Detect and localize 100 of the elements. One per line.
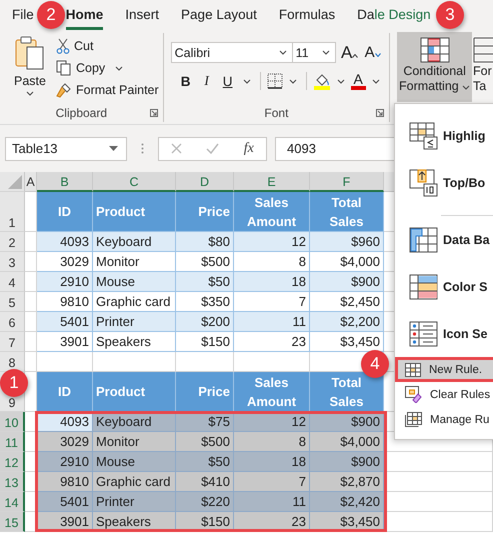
column-header[interactable]: B (37, 172, 93, 192)
table-cell-text: 12 (290, 234, 306, 249)
column-title: ID (57, 383, 72, 401)
table-cell-text: $2,450 (339, 294, 380, 309)
column-header[interactable]: E (234, 172, 310, 192)
underline-button[interactable]: U (218, 74, 237, 88)
decrease-font-size-button[interactable]: A (364, 44, 382, 61)
table-cell-text: $75 (207, 414, 230, 429)
increase-font-size-button[interactable]: A (340, 42, 359, 62)
table-cell-text: $350 (200, 294, 230, 309)
chevron-down-icon[interactable] (115, 66, 124, 70)
table-cell-text: Graphic card (96, 294, 172, 309)
table-cell-text: 7 (298, 294, 306, 309)
column-title: ID (57, 203, 72, 221)
borders-icon[interactable] (266, 73, 283, 89)
table-cell-text: 4093 (59, 234, 89, 249)
table-cell-text: Monitor (96, 434, 140, 449)
chevron-down-icon (462, 85, 470, 90)
table-cell-text: $2,870 (339, 474, 380, 489)
row-number[interactable]: 7 (8, 336, 16, 350)
table-cell-text: $3,450 (339, 514, 380, 529)
column-header[interactable]: D (176, 172, 234, 192)
copy-button[interactable]: Copy (56, 59, 159, 77)
row-number[interactable]: 1 (8, 216, 16, 230)
bold-button[interactable]: B (176, 74, 195, 88)
icon-sets-icon (409, 320, 439, 346)
paintbrush-icon (56, 82, 72, 98)
table-cell-text: $960 (350, 234, 380, 249)
row-number[interactable]: 5 (8, 296, 16, 310)
table-cell-text: $500 (200, 254, 230, 269)
data-bars-icon (409, 226, 439, 252)
table-cell-text: $4,000 (339, 434, 380, 449)
column-title: Price (197, 203, 230, 221)
ribbon-tab[interactable]: le Design (374, 0, 431, 30)
name-box[interactable]: Table13 (5, 136, 127, 160)
conditional-formatting-button[interactable]: Conditional Formatting (397, 32, 472, 102)
chevron-down-icon (278, 50, 287, 55)
table-cell-text: $900 (350, 414, 380, 429)
table-cell-text: $200 (200, 314, 230, 329)
table-cell-text: $150 (200, 334, 230, 349)
top-bottom-rules-icon (409, 168, 439, 196)
table-cell-text: 5401 (59, 494, 89, 509)
italic-button[interactable]: I (198, 73, 216, 89)
caret-up-icon (352, 54, 358, 58)
format-painter-button[interactable]: Format Painter (56, 81, 159, 99)
row-number[interactable]: 3 (8, 256, 16, 270)
font-name-field[interactable]: Calibri (170, 42, 293, 63)
clear-rules-icon (405, 386, 422, 403)
table-cell-text: $50 (207, 274, 230, 289)
table-cell-text: Mouse (96, 454, 136, 469)
row-number[interactable]: 2 (8, 236, 16, 250)
conditional-formatting-icon (420, 37, 450, 63)
fill-color-icon[interactable] (312, 72, 331, 90)
ribbon-tab[interactable]: Page Layout (181, 0, 257, 30)
column-title: Product (96, 383, 146, 401)
row-number[interactable]: 6 (8, 316, 16, 330)
ribbon-tab[interactable]: Da (357, 0, 374, 30)
dialog-launcher-icon[interactable] (376, 109, 384, 117)
table-cell-text: $410 (200, 474, 230, 489)
column-header[interactable]: F (310, 172, 384, 192)
table-cell-text: $220 (200, 494, 230, 509)
menu-item[interactable]: Data Ba (395, 216, 493, 263)
table-cell-text: Keyboard (96, 234, 153, 249)
new-rule-icon (405, 362, 421, 376)
highlight-rules-icon (409, 122, 439, 150)
format-as-table-button[interactable]: For Ta (473, 32, 493, 102)
ribbon-tab[interactable]: File (12, 0, 34, 30)
table-cell-text: Mouse (96, 274, 136, 289)
table-cell-text: 5401 (59, 314, 89, 329)
menu-item[interactable]: Icon Se (395, 310, 493, 357)
menu-item[interactable]: New Rule. (395, 357, 493, 382)
table-icon (473, 37, 493, 63)
group-label: Font (264, 106, 288, 120)
row-number[interactable]: 4 (8, 276, 16, 290)
table-cell-text: Speakers (96, 334, 152, 349)
cut-button[interactable]: Cut (56, 37, 159, 55)
table-cell-text: Graphic card (96, 474, 172, 489)
font-size-field[interactable]: 11 (292, 42, 336, 63)
check-icon[interactable] (206, 143, 220, 154)
table-cell-text: 23 (290, 334, 306, 349)
color-scales-icon (409, 274, 439, 300)
row-number[interactable]: 9 (8, 396, 16, 410)
menu-item[interactable]: Color S (395, 263, 493, 310)
font-color-button[interactable]: A (350, 72, 366, 90)
caret-down-icon (374, 53, 381, 57)
table-cell-text: $900 (350, 274, 380, 289)
insert-function-button[interactable]: fx (244, 140, 254, 156)
clipboard-icon (14, 35, 46, 71)
table-cell-text: Monitor (96, 254, 140, 269)
table-cell-text: 18 (290, 454, 306, 469)
menu-item[interactable]: Manage Ru (395, 407, 493, 432)
scissors-icon (56, 38, 70, 54)
table-cell-text: 4093 (59, 414, 89, 429)
ribbon-tab[interactable]: Insert (125, 0, 160, 30)
dialog-launcher-icon[interactable] (150, 109, 158, 117)
menu-item[interactable]: Clear Rules (395, 382, 493, 407)
paste-button[interactable]: Paste (8, 35, 52, 104)
column-header[interactable]: C (93, 172, 176, 192)
ribbon-tab[interactable]: Formulas (278, 0, 336, 30)
row-number[interactable]: 8 (8, 356, 16, 370)
